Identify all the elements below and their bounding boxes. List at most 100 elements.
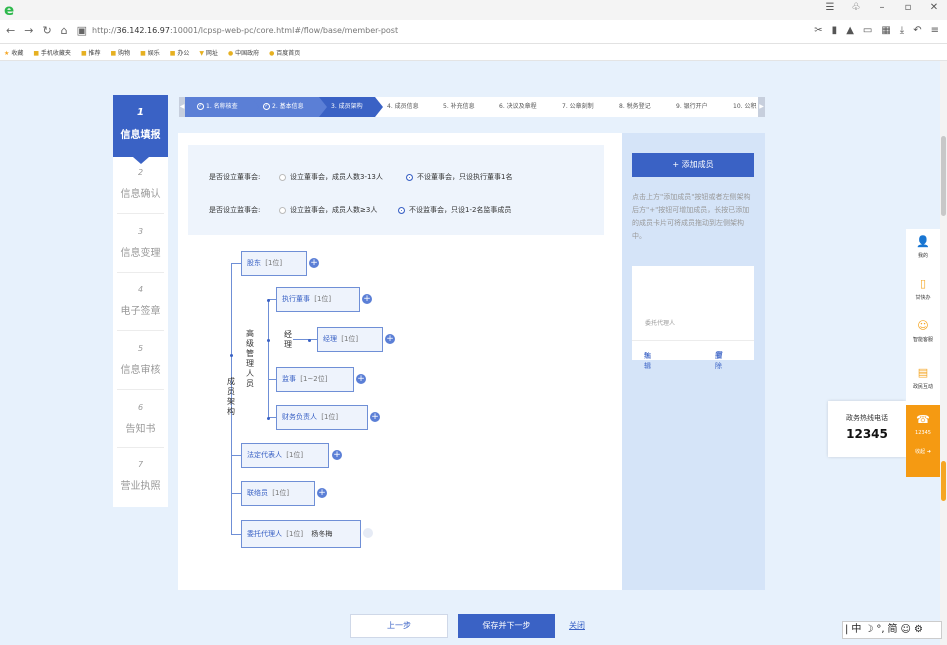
add-supervisor-icon[interactable]: +: [356, 374, 366, 384]
bookmark-recommend[interactable]: ■ 推荐: [81, 48, 101, 57]
apps-icon[interactable]: ▦: [881, 25, 890, 36]
tab-bank[interactable]: 9. 银行开户: [664, 97, 721, 117]
robot-icon: ☺: [917, 319, 929, 332]
node-agent[interactable]: 委托代理人 [1位] 杨冬梅: [241, 520, 361, 548]
screen-icon[interactable]: ▭: [863, 25, 872, 36]
add-shareholder-icon[interactable]: +: [309, 258, 319, 268]
browser-logo-icon: e: [4, 1, 15, 19]
tab-name-check[interactable]: ✓ 1. 名称核查: [185, 97, 259, 117]
member-card[interactable]: 委托代理人 ✎ 编辑 🗑 删除: [632, 266, 754, 370]
float-assistant[interactable]: ☺ 智能客服: [906, 319, 940, 343]
scroll-right-icon[interactable]: ▶: [758, 97, 765, 117]
minimize-icon[interactable]: –: [875, 2, 889, 13]
menu-icon[interactable]: ☰: [823, 2, 837, 13]
moon-icon[interactable]: ☽: [864, 622, 873, 638]
float-mine[interactable]: 👤 我的: [906, 235, 940, 259]
add-exec-director-icon[interactable]: +: [362, 294, 372, 304]
home-icon[interactable]: ⌂: [61, 24, 68, 37]
add-agent-icon[interactable]: +: [363, 528, 373, 538]
save-next-button[interactable]: 保存并下一步: [458, 614, 555, 638]
add-liaison-icon[interactable]: +: [317, 488, 327, 498]
float-interact[interactable]: ▤ 政民互动: [906, 366, 940, 390]
add-manager-icon[interactable]: +: [385, 334, 395, 344]
folder-icon: ■: [169, 49, 176, 57]
bookmark-baidu[interactable]: ● 百度首页: [269, 48, 300, 57]
game-icon[interactable]: ▲: [846, 25, 854, 36]
step-info-fill[interactable]: 1 信息填报: [113, 95, 168, 164]
bookmark-entertainment[interactable]: ■ 娱乐: [140, 48, 160, 57]
tab-housing-fund[interactable]: 10. 公积: [721, 97, 761, 117]
add-legal-rep-icon[interactable]: +: [332, 450, 342, 460]
step-business-license[interactable]: 7 营业执照: [113, 460, 168, 492]
emoji-icon[interactable]: ☺: [901, 622, 911, 638]
step-info-review[interactable]: 5 信息审核: [113, 344, 168, 376]
add-finance-icon[interactable]: +: [370, 412, 380, 422]
step-notice[interactable]: 6 告知书: [113, 403, 168, 435]
step-number: 3: [137, 227, 144, 236]
radio-icon: [279, 173, 286, 181]
tree-dot: [308, 339, 311, 342]
step-e-signature[interactable]: 4 电子签章: [113, 285, 168, 317]
supervisor-option-row: 是否设立监事会: 设立监事会，成员人数≥3人 不设监事会，只设1-2名监事成员: [209, 205, 511, 215]
node-liaison[interactable]: 联络员 [1位]: [241, 481, 315, 506]
supervisor-radio-set[interactable]: 设立监事会，成员人数≥3人: [279, 205, 377, 215]
page-scrollbar[interactable]: [940, 61, 947, 645]
forward-icon[interactable]: →: [24, 24, 33, 37]
tab-supplement[interactable]: 5. 补充信息: [431, 97, 487, 117]
more-icon[interactable]: ≡: [931, 25, 939, 36]
tab-basic-info[interactable]: ✓ 2. 基本信息: [251, 97, 327, 117]
punctuation-icon[interactable]: °,: [876, 622, 884, 638]
close-link[interactable]: 关闭: [569, 620, 585, 631]
cut-icon[interactable]: ✂: [814, 25, 822, 36]
node-supervisor[interactable]: 监事 [1~2位]: [276, 367, 354, 392]
board-radio-set[interactable]: 设立董事会，成员人数3-13人: [279, 172, 383, 182]
bookmark-gov[interactable]: ● 中国政府: [228, 48, 259, 57]
back-icon[interactable]: ←: [6, 24, 15, 37]
tab-member-structure[interactable]: 3. 成员架构: [319, 97, 383, 117]
restore-icon[interactable]: ▫: [901, 2, 915, 13]
mgmt-line: [268, 299, 269, 417]
board-radio-none[interactable]: 不设董事会，只设执行董事1名: [406, 172, 512, 182]
check-icon: ✓: [263, 103, 270, 110]
bookmark-mobile[interactable]: ■ 手机收藏夹: [33, 48, 71, 57]
node-shareholder[interactable]: 股东 [1位]: [241, 251, 307, 276]
tab-resolution[interactable]: 6. 决议及章程: [487, 97, 550, 117]
node-manager[interactable]: 经理 [1位]: [317, 327, 383, 352]
bookmark-sites[interactable]: ▼ 网址: [199, 48, 218, 57]
bookmark-favorites[interactable]: ★ 收藏: [4, 48, 23, 57]
bookmarks-bar: ★ 收藏 ■ 手机收藏夹 ■ 推荐 ■ 购物 ■ 娱乐 ■ 办公 ▼ 网址 ● …: [0, 44, 947, 61]
tab-tax[interactable]: 8. 税务登记: [607, 97, 664, 117]
close-icon[interactable]: ✕: [927, 2, 941, 13]
float-gankuaiban[interactable]: ▯ 甘快办: [906, 277, 940, 301]
ime-simplified-toggle[interactable]: 简: [888, 622, 898, 638]
refresh-icon[interactable]: ↻: [42, 24, 51, 37]
add-member-button[interactable]: + 添加成员: [632, 153, 754, 177]
scroll-thumb[interactable]: [941, 136, 946, 216]
node-finance[interactable]: 财务负责人 [1位]: [276, 405, 368, 430]
ime-mode-toggle[interactable]: 中: [851, 622, 861, 638]
node-legal-rep[interactable]: 法定代表人 [1位]: [241, 443, 329, 468]
download-icon[interactable]: ⤓: [900, 25, 904, 36]
supervisor-radio-none[interactable]: 不设监事会，只设1-2名监事成员: [398, 205, 511, 215]
float-hotline[interactable]: ☎ 12345 收起 ➜: [906, 405, 940, 477]
url-host: 36.142.16.97: [116, 26, 170, 35]
collapse-button[interactable]: 收起 ➜: [906, 448, 940, 455]
bag-icon[interactable]: ▣: [77, 24, 87, 37]
node-exec-director[interactable]: 执行董事 [1位]: [276, 287, 360, 312]
prev-button[interactable]: 上一步: [350, 614, 448, 638]
tab-seal[interactable]: 7. 公章刻制: [550, 97, 607, 117]
browser-titlebar: e ☰ ♧ – ▫ ✕: [0, 0, 947, 20]
tab-member-info[interactable]: 4. 成员信息: [375, 97, 431, 117]
settings-icon[interactable]: ⚙: [914, 622, 923, 638]
url-field[interactable]: http://36.142.16.97:10001/lcpsp-web-pc/c…: [92, 26, 398, 35]
tree-dot: [230, 354, 233, 357]
undo-icon[interactable]: ↶: [913, 25, 921, 36]
step-info-confirm[interactable]: 2 信息确认: [113, 168, 168, 200]
url-rest: :10001/lcpsp-web-pc/core.html#/flow/base…: [169, 26, 399, 35]
bookmark-office[interactable]: ■ 办公: [170, 48, 190, 57]
step-divider: [117, 447, 164, 448]
extension-icon[interactable]: ▮: [832, 25, 838, 36]
step-info-change[interactable]: 3 信息变理: [113, 227, 168, 259]
bookmark-shopping[interactable]: ■ 购物: [111, 48, 131, 57]
skin-icon[interactable]: ♧: [849, 2, 863, 13]
